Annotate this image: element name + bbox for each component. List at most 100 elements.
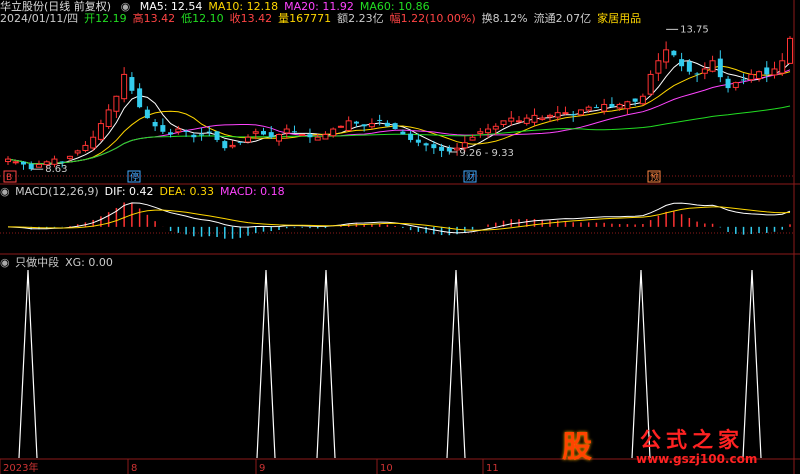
watermark-title: 公式之家 [640,428,744,452]
candle-body [82,144,89,152]
candle-body [222,141,228,149]
candle-body [771,68,778,76]
candle-body [562,112,569,115]
candle-body [400,131,406,135]
candle-body [709,60,716,72]
candle-body [686,61,692,72]
candle-body [523,117,530,124]
high-price-label: 13.75 [680,24,709,35]
candle-body [439,146,445,151]
candle-body [74,150,81,154]
candle-body [764,67,770,75]
candle-body [570,114,576,116]
candle-body [446,147,452,152]
candle-body [539,117,546,120]
event-marker-2: 财 [466,171,475,183]
xg-signal-spike [446,269,466,459]
candle-body [554,112,561,118]
candle-body [261,131,267,135]
xg-signal-spike [742,269,762,459]
candle-body [20,161,26,165]
candle-body [183,130,189,132]
candle-body [632,98,638,102]
candle-body [314,136,321,141]
candle-body [361,124,367,127]
candle-body [779,60,786,74]
candle-body [624,101,631,110]
candle-body [337,125,344,128]
event-marker-3: 预 [650,172,659,183]
event-marker-0: B [6,173,12,183]
candle-body [601,103,608,112]
candle-body [469,136,476,141]
xg-signal-spike [18,269,38,459]
candle-body [59,161,65,163]
candle-body [616,103,623,109]
candle-body [748,73,755,81]
candle-body [299,134,306,137]
candle-body [647,73,654,95]
candle-body [275,134,282,142]
candle-body [237,141,243,143]
candle-body [129,77,135,91]
xg-signal-spike [316,269,336,459]
candle-body [431,144,437,149]
candle-body [577,109,584,116]
x-axis-label-3: 10 [380,463,393,474]
dif-line [7,202,791,234]
candle-body [121,73,128,100]
candle-body [12,161,19,164]
candle-body [5,158,11,163]
candle-body [377,119,383,121]
candle-body [392,123,398,130]
candle-body [144,109,150,119]
candle-body [283,128,290,134]
watermark-url: www.gszj100.com [636,452,758,466]
candle-body [701,68,708,74]
candle-body [229,144,236,148]
candle-body [353,121,359,124]
xg-signal-spike [256,269,276,459]
candle-body [531,114,538,123]
candle-body [97,123,104,140]
candle-body [191,134,197,138]
candle-body [90,136,97,149]
stock-chart[interactable]: 13.75 8.63 9.26 - 9.33 B 停 财 预 2023年 8 9 10 11 [0,0,800,474]
candle-body [245,136,252,143]
candle-body [585,106,592,111]
candle-body [500,120,507,125]
candle-body [415,139,421,143]
candle-body [663,49,670,63]
candle-body [206,131,212,133]
range-price-label: 9.26 - 9.33 [459,148,514,159]
candle-body [160,125,166,132]
candle-body [609,103,615,108]
candle-body [384,122,390,127]
candle-body [508,117,515,122]
candle-body [741,79,747,81]
watermark-logo: 股 [562,430,592,465]
candle-body [35,164,42,168]
candle-body [214,131,220,140]
event-marker-1: 停 [130,171,139,183]
x-axis-label-1: 8 [131,463,137,474]
x-axis-label-4: 11 [486,463,499,474]
low-price-label: 8.63 [45,164,67,175]
candle-body [252,131,259,134]
candle-body [639,95,646,105]
x-axis-label-2: 9 [259,463,265,474]
candle-body [368,123,375,128]
dea-line [8,206,791,231]
candle-body [717,58,723,78]
candle-body [756,71,763,80]
candle-body [546,114,553,118]
candle-body [105,109,112,127]
candle-body [423,143,429,146]
candle-body [732,82,739,88]
candle-body [345,120,352,131]
candle-body [655,60,662,74]
candle-body [725,78,731,89]
candle-body [671,50,677,56]
candle-body [113,95,120,112]
candle-body [477,131,484,134]
